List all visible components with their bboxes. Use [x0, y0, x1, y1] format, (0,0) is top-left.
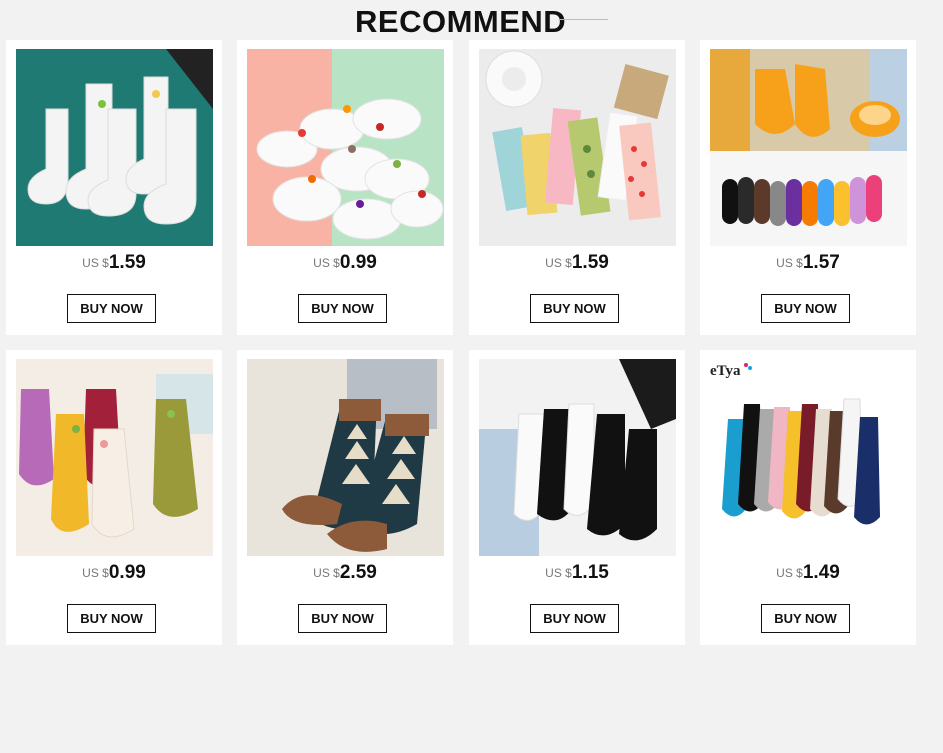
currency-label: US $ [82, 566, 109, 580]
price-value: 1.49 [802, 562, 840, 583]
product-image[interactable] [16, 49, 213, 246]
price-value: 1.15 [571, 562, 609, 583]
price-value: 2.59 [339, 562, 377, 583]
buy-now-button[interactable]: BUY NOW [67, 604, 156, 633]
product-card[interactable]: US $1.59 BUY NOW [469, 40, 685, 335]
product-image[interactable]: eTya [710, 359, 907, 556]
price: US $1.49 [700, 562, 916, 584]
section-header: RECOMMEND [0, 0, 943, 40]
currency-label: US $ [82, 256, 109, 270]
buy-now-button[interactable]: BUY NOW [298, 294, 387, 323]
buy-now-button[interactable]: BUY NOW [761, 294, 850, 323]
price: US $1.59 [469, 252, 685, 274]
currency-label: US $ [776, 256, 803, 270]
section-title: RECOMMEND [355, 4, 567, 39]
price: US $1.59 [6, 252, 222, 274]
product-card[interactable]: US $1.15 BUY NOW [469, 350, 685, 645]
product-card[interactable]: US $1.59 BUY NOW [6, 40, 222, 335]
currency-label: US $ [313, 256, 340, 270]
price: US $2.59 [237, 562, 453, 584]
price: US $1.57 [700, 252, 916, 274]
product-image[interactable] [710, 49, 907, 246]
product-card[interactable]: US $1.57 BUY NOW [700, 40, 916, 335]
product-card[interactable]: eTya US $1.49 BUY NOW [700, 350, 916, 645]
price: US $0.99 [237, 252, 453, 274]
price-value: 1.57 [802, 252, 840, 273]
currency-label: US $ [545, 566, 572, 580]
brand-logo: eTya [710, 363, 741, 379]
price: US $1.15 [469, 562, 685, 584]
product-image[interactable] [247, 49, 444, 246]
buy-now-button[interactable]: BUY NOW [530, 604, 619, 633]
price-value: 1.59 [571, 252, 609, 273]
title-divider [560, 19, 608, 20]
product-image[interactable] [16, 359, 213, 556]
price-value: 1.59 [108, 252, 146, 273]
buy-now-button[interactable]: BUY NOW [298, 604, 387, 633]
product-image[interactable] [479, 49, 676, 246]
currency-label: US $ [776, 566, 803, 580]
currency-label: US $ [545, 256, 572, 270]
buy-now-button[interactable]: BUY NOW [761, 604, 850, 633]
product-image[interactable] [247, 359, 444, 556]
price-value: 0.99 [108, 562, 146, 583]
price: US $0.99 [6, 562, 222, 584]
buy-now-button[interactable]: BUY NOW [530, 294, 619, 323]
product-card[interactable]: US $0.99 BUY NOW [6, 350, 222, 645]
product-image[interactable] [479, 359, 676, 556]
product-card[interactable]: US $2.59 BUY NOW [237, 350, 453, 645]
product-card[interactable]: US $0.99 BUY NOW [237, 40, 453, 335]
currency-label: US $ [313, 566, 340, 580]
buy-now-button[interactable]: BUY NOW [67, 294, 156, 323]
price-value: 0.99 [339, 252, 377, 273]
